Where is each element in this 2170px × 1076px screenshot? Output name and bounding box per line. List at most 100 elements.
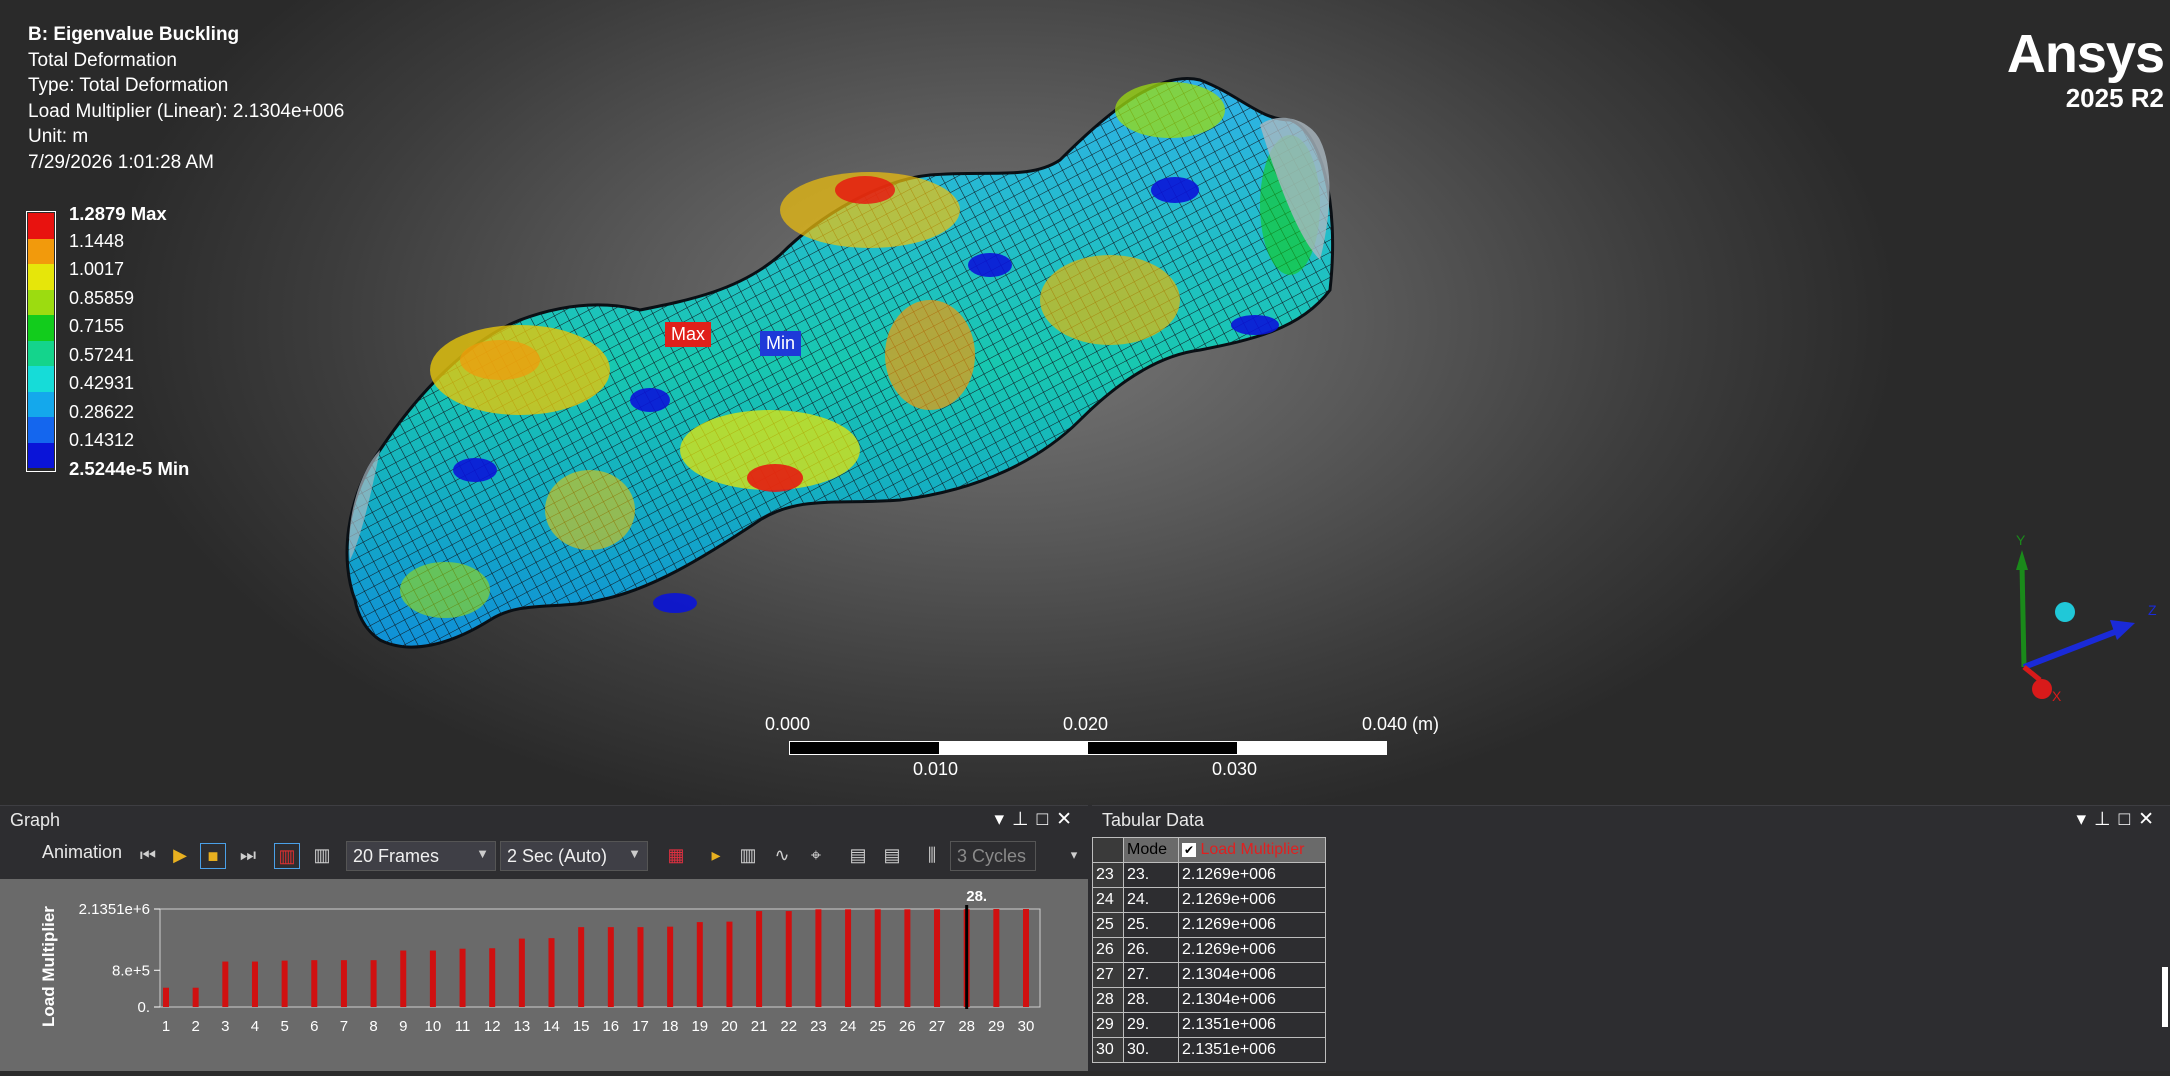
table-row[interactable]: 28 28. 2.1304e+006 bbox=[1092, 987, 1326, 1013]
mode-cell[interactable]: 23. bbox=[1123, 862, 1179, 888]
close-icon[interactable]: ✕ bbox=[1056, 809, 1080, 830]
next-frame-icon[interactable]: ⏭ bbox=[236, 843, 260, 867]
ansys-logo: Ansys 2025 R2 bbox=[2006, 24, 2165, 112]
column-header-mode[interactable]: Mode bbox=[1123, 837, 1179, 863]
export-video-icon[interactable]: ▦ bbox=[664, 843, 688, 867]
table-row[interactable]: 30 30. 2.1351e+006 bbox=[1092, 1037, 1326, 1063]
y-tick-label: 0. bbox=[137, 999, 150, 1016]
x-tick-label: 26 bbox=[899, 1018, 916, 1035]
result-sets-icon[interactable]: ▥ bbox=[310, 843, 334, 867]
x-tick-label: 16 bbox=[602, 1018, 619, 1035]
tabular-panel-buttons[interactable]: ▾⊥□✕ bbox=[2076, 808, 2162, 831]
x-tick-label: 18 bbox=[662, 1018, 679, 1035]
bar-chart-icon[interactable]: ⫼ bbox=[920, 843, 944, 867]
mode-cell[interactable]: 27. bbox=[1123, 962, 1179, 988]
table-row[interactable]: 25 25. 2.1269e+006 bbox=[1092, 912, 1326, 938]
tabular-data-area[interactable]: Mode ✔ Load Multiplier 23 23. 2.1269e+006 2… bbox=[1092, 837, 2170, 1071]
load-multiplier-cell[interactable]: 2.1269e+006 bbox=[1178, 887, 1326, 913]
mode-cell[interactable]: 28. bbox=[1123, 987, 1179, 1013]
row-number[interactable]: 25 bbox=[1092, 912, 1124, 938]
x-tick-label: 11 bbox=[455, 1018, 471, 1035]
row-number[interactable]: 26 bbox=[1092, 937, 1124, 963]
chevron-down-icon: ▼ bbox=[628, 846, 641, 861]
vertical-scrollbar-thumb[interactable] bbox=[2162, 967, 2168, 1027]
bar bbox=[311, 960, 318, 1007]
load-multiplier-cell[interactable]: 2.1351e+006 bbox=[1178, 1012, 1326, 1038]
y-tick-label: 2.1351e+6 bbox=[79, 901, 150, 918]
x-tick-label: 19 bbox=[691, 1018, 708, 1035]
load-multiplier-cell[interactable]: 2.1304e+006 bbox=[1178, 962, 1326, 988]
zoom-box-icon[interactable]: ▤ bbox=[880, 843, 904, 867]
max-probe-label[interactable]: Max bbox=[665, 322, 712, 347]
isometric-view-ball[interactable] bbox=[2055, 602, 2075, 622]
legend-swatch bbox=[28, 289, 54, 315]
row-number[interactable]: 27 bbox=[1092, 962, 1124, 988]
table-row[interactable]: 26 26. 2.1269e+006 bbox=[1092, 937, 1326, 963]
table-row[interactable]: 27 27. 2.1304e+006 bbox=[1092, 962, 1326, 988]
legend-label: 0.57241 bbox=[69, 345, 135, 365]
duration-select[interactable]: 2 Sec (Auto) ▼ bbox=[500, 841, 648, 871]
curve-icon[interactable]: ∿ bbox=[770, 843, 794, 867]
zoom-fit-icon[interactable]: ▤ bbox=[846, 843, 870, 867]
legend-label: 0.42931 bbox=[69, 373, 135, 393]
legend-label: 0.7155 bbox=[69, 316, 125, 336]
load-multiplier-cell[interactable]: 2.1351e+006 bbox=[1178, 1037, 1326, 1063]
row-number[interactable]: 24 bbox=[1092, 887, 1124, 913]
probe-tool-icon[interactable]: ⌖ bbox=[804, 843, 828, 867]
play-marker-icon[interactable]: ▸ bbox=[704, 843, 728, 867]
graph-panel-buttons[interactable]: ▾⊥□✕ bbox=[994, 808, 1080, 831]
play-icon[interactable]: ▶ bbox=[168, 843, 192, 867]
x-tick-label: 20 bbox=[721, 1018, 738, 1035]
table-row[interactable]: 29 29. 2.1351e+006 bbox=[1092, 1012, 1326, 1038]
close-icon[interactable]: ✕ bbox=[2138, 809, 2162, 830]
x-tick-label: 7 bbox=[340, 1018, 348, 1035]
row-number[interactable]: 29 bbox=[1092, 1012, 1124, 1038]
legend-label: 1.0017 bbox=[69, 259, 125, 279]
maximize-icon[interactable]: □ bbox=[2119, 809, 2138, 830]
tabular-data-table[interactable]: Mode ✔ Load Multiplier 23 23. 2.1269e+006 2… bbox=[1092, 837, 1326, 1063]
bar bbox=[489, 948, 496, 1007]
mode-cell[interactable]: 25. bbox=[1123, 912, 1179, 938]
cycles-input[interactable]: 3 Cycles bbox=[950, 841, 1036, 871]
load-multiplier-cell[interactable]: 2.1269e+006 bbox=[1178, 862, 1326, 888]
load-multiplier-cell[interactable]: 2.1304e+006 bbox=[1178, 987, 1326, 1013]
column-header-load-multiplier[interactable]: ✔ Load Multiplier bbox=[1178, 837, 1326, 863]
table-row[interactable]: 23 23. 2.1269e+006 bbox=[1092, 862, 1326, 888]
bar-chart[interactable]: Load Multiplier 2.1351e+68.e+50.1 2 3 4 5 6 7 8 9… bbox=[0, 879, 1088, 1071]
maximize-icon[interactable]: □ bbox=[1037, 809, 1056, 830]
min-probe-label[interactable]: Min bbox=[760, 331, 802, 356]
load-multiplier-cell[interactable]: 2.1269e+006 bbox=[1178, 912, 1326, 938]
dropdown-icon[interactable]: ▾ bbox=[2076, 809, 2094, 830]
bar bbox=[251, 961, 258, 1007]
coordinate-triad[interactable]: Y Z X bbox=[1960, 525, 2160, 705]
pin-icon[interactable]: ⊥ bbox=[2094, 809, 2119, 830]
row-number[interactable]: 23 bbox=[1092, 862, 1124, 888]
mode-cell[interactable]: 24. bbox=[1123, 887, 1179, 913]
pin-icon[interactable]: ⊥ bbox=[1012, 809, 1037, 830]
cycles-value: 3 Cycles bbox=[957, 846, 1027, 866]
logo-brand: Ansys bbox=[2006, 24, 2165, 84]
scale-label: 0.000 bbox=[765, 714, 811, 734]
scale-bar-frame bbox=[789, 741, 1387, 755]
3d-viewport[interactable]: B: Eigenvalue Buckling Total Deformation… bbox=[0, 0, 2170, 805]
frames-select[interactable]: 20 Frames ▼ bbox=[346, 841, 496, 871]
stop-icon[interactable]: ■ bbox=[200, 843, 226, 869]
load-multiplier-graph[interactable]: Load Multiplier 2.1351e+6 8.e+5 0. 1 2 3 4 5 6 7 8 9… bbox=[0, 879, 1088, 1071]
previous-frame-icon[interactable]: ⏮ bbox=[136, 843, 160, 867]
bar bbox=[548, 938, 555, 1007]
table-row[interactable]: 24 24. 2.1269e+006 bbox=[1092, 887, 1326, 913]
toolbar-overflow-icon[interactable]: ▾ bbox=[1062, 843, 1086, 867]
row-number[interactable]: 30 bbox=[1092, 1037, 1124, 1063]
distributed-frames-icon[interactable]: ▥ bbox=[274, 843, 300, 869]
mode-cell[interactable]: 29. bbox=[1123, 1012, 1179, 1038]
frame-bars-icon[interactable]: ▥ bbox=[736, 843, 760, 867]
bar bbox=[726, 921, 733, 1007]
result-name: Total Deformation bbox=[28, 49, 177, 71]
legend-swatch bbox=[28, 264, 54, 290]
mode-cell[interactable]: 30. bbox=[1123, 1037, 1179, 1063]
row-number[interactable]: 28 bbox=[1092, 987, 1124, 1013]
mode-cell[interactable]: 26. bbox=[1123, 937, 1179, 963]
load-multiplier-cell[interactable]: 2.1269e+006 bbox=[1178, 937, 1326, 963]
dropdown-icon[interactable]: ▾ bbox=[994, 809, 1012, 830]
checkbox-icon[interactable]: ✔ bbox=[1182, 842, 1196, 857]
